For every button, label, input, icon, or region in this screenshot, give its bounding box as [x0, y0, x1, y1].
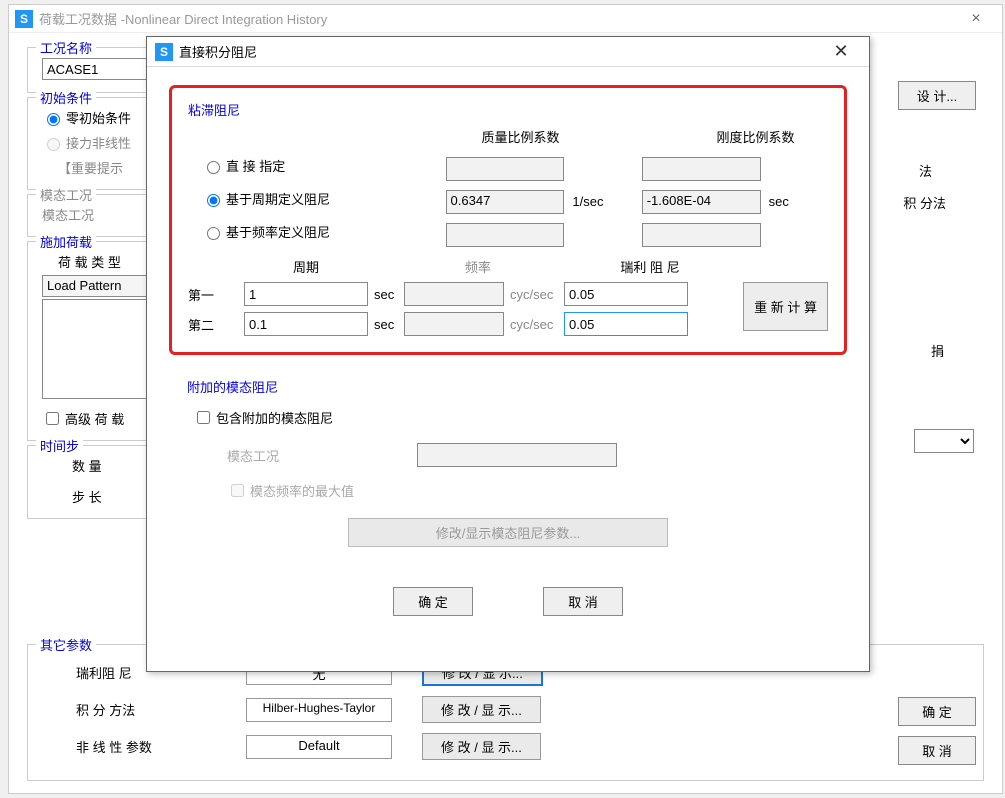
radio-by-frequency[interactable]: 基于频率定义阻尼	[202, 222, 446, 241]
radio-direct-label: 直 接 指定	[226, 156, 285, 175]
dialog-close-icon[interactable]: ✕	[821, 41, 861, 62]
period-mass-unit: 1/sec	[572, 194, 631, 209]
viscous-damping-highlight: 粘滞阻尼 质量比例系数 刚度比例系数 直 接 指定 基于周期定义阻尼 0.	[169, 85, 847, 355]
rayleigh-1-input[interactable]	[564, 282, 688, 306]
right-combo[interactable]	[914, 429, 974, 453]
integration-modify-button[interactable]: 修 改 / 显 示...	[422, 696, 541, 723]
integration-value: Hilber-Hughes-Taylor	[246, 698, 392, 722]
radio-nonlinear-label: 接力非线性	[66, 133, 131, 152]
period-2-input[interactable]	[244, 312, 368, 336]
max-freq-check: 模态频率的最大值	[227, 481, 354, 500]
damping-dialog: S 直接积分阻尼 ✕ 粘滞阻尼 质量比例系数 刚度比例系数 直 接 指定	[146, 36, 870, 672]
period-1-unit: sec	[368, 287, 404, 302]
second-label: 第二	[188, 315, 244, 334]
include-modal-check[interactable]: 包含附加的模态阻尼	[193, 408, 829, 427]
period-stiff-field: -1.608E-04	[642, 190, 761, 214]
main-ok-button[interactable]: 确 定	[898, 697, 976, 726]
nonlinear-label: 非 线 性 参数	[76, 737, 246, 756]
radio-direct-specify[interactable]: 直 接 指定	[202, 156, 446, 175]
dialog-body: 粘滞阻尼 质量比例系数 刚度比例系数 直 接 指定 基于周期定义阻尼 0.	[147, 67, 869, 634]
partial-label-3: 捐	[931, 341, 944, 360]
rayleigh-header: 瑞利 阻 尼	[588, 257, 712, 276]
group-apply-load-title: 施加荷载	[36, 232, 96, 251]
partial-label-2: 积 分法	[903, 193, 946, 212]
addl-modal-title: 附加的模态阻尼	[187, 377, 829, 396]
dialog-ok-button[interactable]: 确 定	[393, 587, 473, 616]
dialog-app-icon: S	[155, 43, 173, 61]
dialog-titlebar: S 直接积分阻尼 ✕	[147, 37, 869, 67]
load-list[interactable]	[42, 299, 152, 399]
nonlinear-value: Default	[246, 735, 392, 759]
modal-case-field	[417, 443, 617, 467]
main-window-title: 荷载工况数据 -Nonlinear Direct Integration His…	[39, 9, 327, 28]
advanced-load-label: 高级 荷 载	[65, 409, 124, 428]
include-modal-label: 包含附加的模态阻尼	[216, 408, 333, 427]
load-pattern-cell[interactable]: Load Pattern	[42, 275, 152, 297]
group-other-title: 其它参数	[36, 635, 96, 654]
freq-2-field	[404, 312, 504, 336]
radio-period-label: 基于周期定义阻尼	[226, 189, 330, 208]
freq-2-unit: cyc/sec	[504, 317, 564, 332]
stiff-coef-header: 刚度比例系数	[683, 127, 828, 146]
main-ok-cancel-col: 确 定 取 消	[898, 697, 976, 765]
rayleigh-2-input[interactable]	[564, 312, 688, 336]
period-stiff-unit: sec	[769, 194, 828, 209]
recalculate-button[interactable]: 重 新 计 算	[743, 282, 828, 331]
group-time-step-title: 时间步	[36, 436, 83, 455]
modify-show-modal-button: 修改/显示模态阻尼参数...	[348, 518, 668, 547]
dialog-cancel-button[interactable]: 取 消	[543, 587, 623, 616]
group-case-name-title: 工况名称	[36, 38, 96, 57]
group-modal-case-title: 模态工况	[36, 185, 96, 204]
freq-stiff-field	[642, 223, 761, 247]
period-mass-field: 0.6347	[446, 190, 565, 214]
main-close-icon[interactable]: ×	[956, 10, 996, 28]
period-1-input[interactable]	[244, 282, 368, 306]
direct-mass-field	[446, 157, 565, 181]
main-titlebar: S 荷载工况数据 -Nonlinear Direct Integration H…	[9, 5, 1002, 33]
period-2-unit: sec	[368, 317, 404, 332]
max-freq-label: 模态频率的最大值	[250, 481, 354, 500]
freq-1-unit: cyc/sec	[504, 287, 564, 302]
first-label: 第一	[188, 285, 244, 304]
freq-header: 频率	[428, 257, 528, 276]
nonlinear-modify-button[interactable]: 修 改 / 显 示...	[422, 733, 541, 760]
radio-zero-initial-label: 零初始条件	[66, 108, 131, 127]
partial-label-1: 法	[919, 161, 932, 180]
radio-freq-label: 基于频率定义阻尼	[226, 222, 330, 241]
design-button[interactable]: 设 计...	[898, 81, 976, 110]
integration-label: 积 分 方法	[76, 700, 246, 719]
period-header: 周期	[244, 257, 368, 276]
modal-case-label-disabled: 模态工况	[227, 446, 417, 465]
radio-by-period[interactable]: 基于周期定义阻尼	[202, 189, 446, 208]
dialog-footer: 确 定 取 消	[169, 587, 847, 616]
group-initial-title: 初始条件	[36, 88, 96, 107]
freq-1-field	[404, 282, 504, 306]
mass-coef-header: 质量比例系数	[448, 127, 593, 146]
freq-mass-field	[446, 223, 565, 247]
app-icon: S	[15, 10, 33, 28]
main-cancel-button[interactable]: 取 消	[898, 736, 976, 765]
right-buttons-col: 设 计...	[898, 81, 976, 110]
dialog-title: 直接积分阻尼	[179, 42, 257, 61]
viscous-title: 粘滞阻尼	[188, 100, 828, 119]
additional-modal-damping: 附加的模态阻尼 包含附加的模态阻尼 模态工况 模态频率的最大值 修改/显示模态阻…	[169, 369, 847, 555]
direct-stiff-field	[642, 157, 761, 181]
